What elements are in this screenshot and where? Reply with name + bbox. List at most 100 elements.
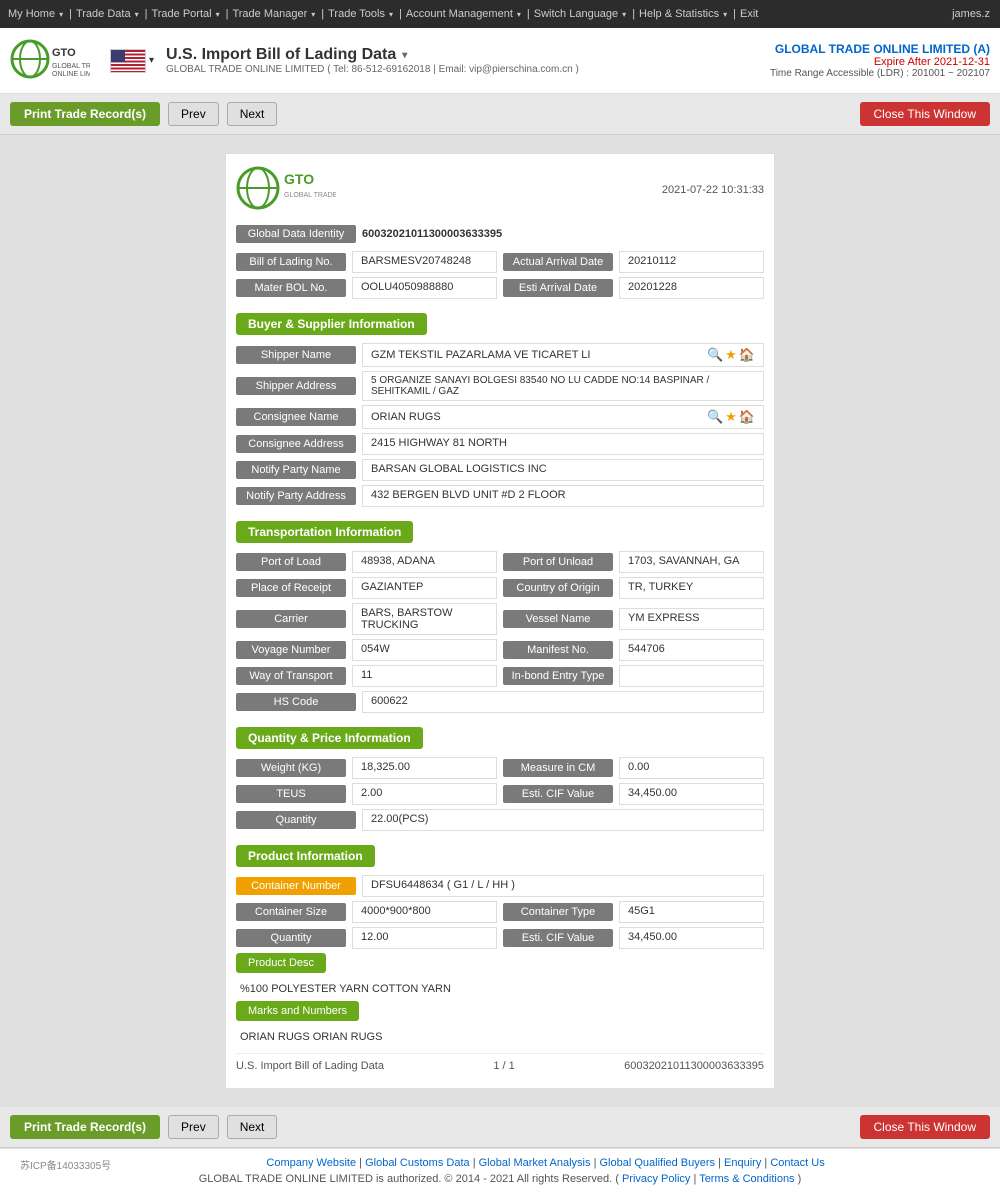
- shipper-star-icon[interactable]: ★: [725, 347, 737, 363]
- close-button-bottom[interactable]: Close This Window: [860, 1115, 990, 1139]
- global-data-identity-label: Global Data Identity: [236, 225, 356, 243]
- consignee-star-icon[interactable]: ★: [725, 409, 737, 425]
- shipper-name-label: Shipper Name: [236, 346, 356, 364]
- marks-button[interactable]: Marks and Numbers: [236, 1001, 359, 1021]
- print-button-bottom[interactable]: Print Trade Record(s): [10, 1115, 160, 1139]
- shipper-search-icon[interactable]: 🔍: [707, 347, 723, 363]
- copyright-text: GLOBAL TRADE ONLINE LIMITED is authorize…: [20, 1173, 980, 1185]
- port-load-field: Port of Load 48938, ADANA: [236, 551, 497, 573]
- shipper-address-value: 5 ORGANIZE SANAYI BOLGESI 83540 NO LU CA…: [362, 371, 764, 401]
- country-origin-value: TR, TURKEY: [619, 577, 764, 599]
- in-bond-label: In-bond Entry Type: [503, 667, 613, 685]
- nav-arrow: ▾: [311, 10, 315, 19]
- global-buyers-link[interactable]: Global Qualified Buyers: [599, 1157, 715, 1169]
- company-link[interactable]: GLOBAL TRADE ONLINE LIMITED (A): [770, 42, 990, 56]
- nav-exit[interactable]: Exit: [740, 8, 760, 20]
- port-unload-field: Port of Unload 1703, SAVANNAH, GA: [503, 551, 764, 573]
- time-range: Time Range Accessible (LDR) : 201001 ~ 2…: [770, 68, 990, 79]
- container-size-label: Container Size: [236, 903, 346, 921]
- teus-cif-row: TEUS 2.00 Esti. CIF Value 34,450.00: [236, 783, 764, 805]
- nav-trade-tools[interactable]: Trade Tools ▾: [328, 8, 395, 20]
- nav-separator: |: [145, 8, 148, 20]
- manifest-value: 544706: [619, 639, 764, 661]
- title-dropdown-arrow[interactable]: ▾: [402, 50, 407, 61]
- page-title: U.S. Import Bill of Lading Data ▾: [166, 46, 770, 64]
- notify-party-name-label: Notify Party Name: [236, 461, 356, 479]
- page-content-area: GTO GLOBAL TRADE ONLINE LIMITED 2021-07-…: [0, 135, 1000, 1107]
- qty-cif2-row: Quantity 12.00 Esti. CIF Value 34,450.00: [236, 927, 764, 949]
- nav-trade-portal[interactable]: Trade Portal ▾: [151, 8, 221, 20]
- container-number-value: DFSU6448634 ( G1 / L / HH ): [362, 875, 764, 897]
- next-button-top[interactable]: Next: [227, 102, 278, 126]
- product-desc-text: %100 POLYESTER YARN COTTON YARN: [236, 981, 764, 997]
- nav-account-management[interactable]: Account Management ▾: [406, 8, 523, 20]
- company-website-link[interactable]: Company Website: [266, 1157, 356, 1169]
- global-customs-link[interactable]: Global Customs Data: [365, 1157, 470, 1169]
- enquiry-link[interactable]: Enquiry: [724, 1157, 761, 1169]
- container-type-row: Container Size 4000*900*800 Container Ty…: [236, 901, 764, 923]
- prev-button-bottom[interactable]: Prev: [168, 1115, 219, 1139]
- bottom-footer: 苏ICP备14033305号 Company Website | Global …: [0, 1148, 1000, 1193]
- record-container: GTO GLOBAL TRADE ONLINE LIMITED 2021-07-…: [225, 153, 775, 1089]
- way-transport-field: Way of Transport 11: [236, 665, 497, 687]
- bol-value: BARSMESV20748248: [352, 251, 497, 273]
- esti-arrival-label: Esti Arrival Date: [503, 279, 613, 297]
- footer-right: 60032021011300003633395: [624, 1060, 764, 1072]
- flag-dropdown-arrow[interactable]: ▾: [149, 55, 154, 66]
- mater-bol-row: Mater BOL No. OOLU4050988880 Esti Arriva…: [236, 277, 764, 299]
- notify-party-address-row: Notify Party Address 432 BERGEN BLVD UNI…: [236, 485, 764, 507]
- nav-trade-data[interactable]: Trade Data ▾: [76, 8, 141, 20]
- nav-my-home[interactable]: My Home ▾: [8, 8, 65, 20]
- nav-separator: |: [527, 8, 530, 20]
- shipper-name-value: GZM TEKSTIL PAZARLAMA VE TICARET LI 🔍 ★ …: [362, 343, 764, 367]
- quantity-price-header: Quantity & Price Information: [236, 727, 423, 749]
- container-number-row: Container Number DFSU6448634 ( G1 / L / …: [236, 875, 764, 897]
- flag-selector[interactable]: ▾: [110, 49, 154, 73]
- global-data-identity-row: Global Data Identity 6003202101130000363…: [236, 225, 764, 243]
- way-transport-label: Way of Transport: [236, 667, 346, 685]
- nav-switch-language[interactable]: Switch Language ▾: [534, 8, 628, 20]
- global-market-link[interactable]: Global Market Analysis: [479, 1157, 591, 1169]
- print-button-top[interactable]: Print Trade Record(s): [10, 102, 160, 126]
- port-load-value: 48938, ADANA: [352, 551, 497, 573]
- footer-center: 1 / 1: [493, 1060, 514, 1072]
- consignee-home-icon[interactable]: 🏠: [739, 409, 755, 425]
- nav-help-statistics[interactable]: Help & Statistics ▾: [639, 8, 729, 20]
- privacy-policy-link[interactable]: Privacy Policy: [622, 1173, 690, 1185]
- measure-label: Measure in CM: [503, 759, 613, 777]
- nav-separator: |: [399, 8, 402, 20]
- page-header: GTO GLOBAL TRADE ONLINE LIMITED ▾ U.S. I…: [0, 28, 1000, 94]
- nav-trade-manager[interactable]: Trade Manager ▾: [232, 8, 317, 20]
- footer-left: U.S. Import Bill of Lading Data: [236, 1060, 384, 1072]
- mater-bol-label: Mater BOL No.: [236, 279, 346, 297]
- product-section-header: Product Information: [236, 835, 764, 875]
- nav-arrow: ▾: [723, 10, 727, 19]
- nav-arrow: ▾: [389, 10, 393, 19]
- in-bond-field: In-bond Entry Type: [503, 665, 764, 687]
- buyer-supplier-section-header: Buyer & Supplier Information: [236, 303, 764, 343]
- container-size-field: Container Size 4000*900*800: [236, 901, 497, 923]
- next-button-bottom[interactable]: Next: [227, 1115, 278, 1139]
- prev-button-top[interactable]: Prev: [168, 102, 219, 126]
- cif-value-field: Esti. CIF Value 34,450.00: [503, 783, 764, 805]
- marks-text: ORIAN RUGS ORIAN RUGS: [236, 1029, 764, 1045]
- consignee-name-label: Consignee Name: [236, 408, 356, 426]
- terms-conditions-link[interactable]: Terms & Conditions: [699, 1173, 794, 1185]
- consignee-address-row: Consignee Address 2415 HIGHWAY 81 NORTH: [236, 433, 764, 455]
- product-desc-button[interactable]: Product Desc: [236, 953, 326, 973]
- close-button-top[interactable]: Close This Window: [860, 102, 990, 126]
- contact-us-link[interactable]: Contact Us: [770, 1157, 824, 1169]
- consignee-name-row: Consignee Name ORIAN RUGS 🔍 ★ 🏠: [236, 405, 764, 429]
- port-load-label: Port of Load: [236, 553, 346, 571]
- weight-field: Weight (KG) 18,325.00: [236, 757, 497, 779]
- cif-value-label: Esti. CIF Value: [503, 785, 613, 803]
- shipper-home-icon[interactable]: 🏠: [739, 347, 755, 363]
- record-datetime: 2021-07-22 10:31:33: [662, 184, 764, 196]
- consignee-search-icon[interactable]: 🔍: [707, 409, 723, 425]
- container-type-field: Container Type 45G1: [503, 901, 764, 923]
- carrier-vessel-row: Carrier BARS, BARSTOW TRUCKING Vessel Na…: [236, 603, 764, 635]
- teus-field: TEUS 2.00: [236, 783, 497, 805]
- svg-text:GTO: GTO: [52, 47, 76, 59]
- marks-section: Marks and Numbers: [236, 1001, 764, 1025]
- contact-info: GLOBAL TRADE ONLINE LIMITED ( Tel: 86-51…: [166, 64, 770, 75]
